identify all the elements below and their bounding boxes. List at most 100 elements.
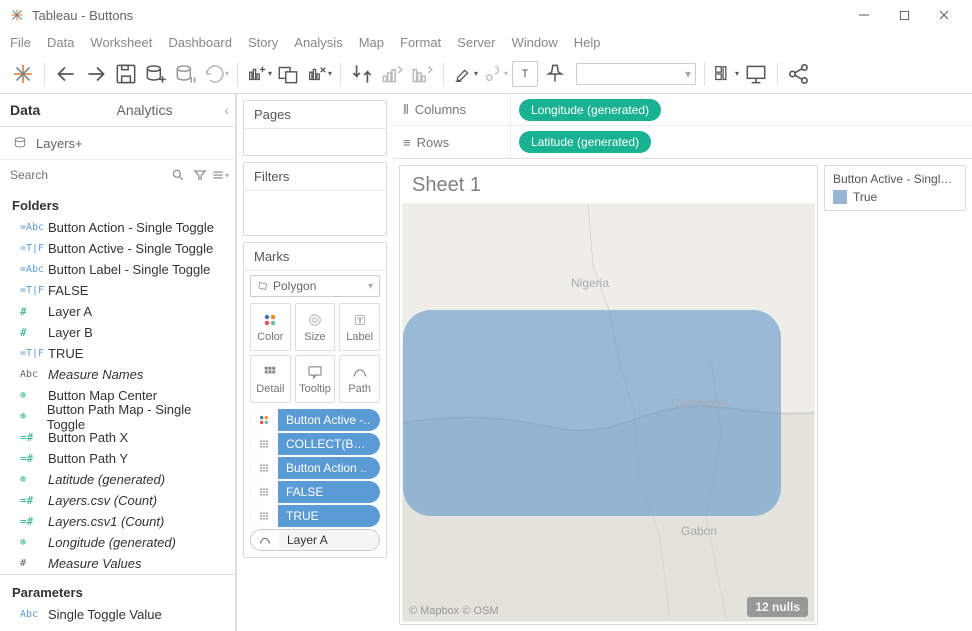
- filters-card[interactable]: Filters: [243, 162, 387, 236]
- tab-analytics[interactable]: Analytics‹: [107, 94, 235, 126]
- view-list-icon[interactable]: ▾: [211, 165, 229, 185]
- presentation-icon[interactable]: [743, 61, 769, 87]
- sheet-title[interactable]: Sheet 1: [400, 166, 817, 201]
- minimize-button[interactable]: [844, 0, 884, 30]
- detail-icon[interactable]: [250, 457, 278, 479]
- menu-file[interactable]: File: [10, 35, 31, 50]
- search-icon[interactable]: [171, 165, 185, 185]
- menu-format[interactable]: Format: [400, 35, 441, 50]
- show-me-icon[interactable]: ▾: [713, 61, 739, 87]
- field-item[interactable]: #Measure Values: [0, 553, 235, 574]
- sort-asc-icon[interactable]: [379, 61, 405, 87]
- mark-detail[interactable]: Detail: [250, 355, 291, 403]
- tab-data[interactable]: Data: [0, 94, 107, 126]
- field-item[interactable]: =#Layers.csv (Count): [0, 490, 235, 511]
- mark-pill[interactable]: TRUE: [250, 505, 380, 527]
- new-worksheet-icon[interactable]: ▾: [246, 61, 272, 87]
- redo-icon[interactable]: [83, 61, 109, 87]
- swap-icon[interactable]: [349, 61, 375, 87]
- columns-shelf[interactable]: ⦀Columns Longitude (generated): [393, 94, 972, 126]
- tableau-start-icon[interactable]: [10, 61, 36, 87]
- color-legend[interactable]: Button Active - Single T... True: [824, 165, 966, 211]
- path-icon[interactable]: [251, 530, 279, 550]
- legend-item-true[interactable]: True: [833, 190, 957, 204]
- field-item[interactable]: =T|FTRUE: [0, 343, 235, 364]
- menu-analysis[interactable]: Analysis: [294, 35, 342, 50]
- maximize-button[interactable]: [884, 0, 924, 30]
- mark-pill[interactable]: Button Action ..: [250, 457, 380, 479]
- field-item[interactable]: =AbcButton Label - Single Toggle: [0, 259, 235, 280]
- menu-help[interactable]: Help: [574, 35, 601, 50]
- filter-icon[interactable]: [193, 165, 207, 185]
- mark-size[interactable]: Size: [295, 303, 336, 351]
- field-label: Latitude (generated): [48, 472, 165, 487]
- map-view[interactable]: Nigeria Cameroon Gabon © Mapbox © OSM 12…: [402, 203, 815, 622]
- fit-selector[interactable]: ▾: [576, 63, 696, 85]
- menu-map[interactable]: Map: [359, 35, 384, 50]
- columns-pill[interactable]: Longitude (generated): [519, 99, 661, 121]
- highlight-icon[interactable]: ▾: [452, 61, 478, 87]
- field-label: Button Action - Single Toggle: [48, 220, 214, 235]
- menu-data[interactable]: Data: [47, 35, 74, 50]
- rows-pill[interactable]: Latitude (generated): [519, 131, 651, 153]
- clear-icon[interactable]: ▾: [306, 61, 332, 87]
- color-icon[interactable]: [250, 409, 278, 431]
- map-polygon[interactable]: [403, 310, 781, 516]
- map-label-gabon: Gabon: [681, 524, 717, 538]
- pages-card[interactable]: Pages: [243, 100, 387, 156]
- search-input[interactable]: [8, 164, 167, 186]
- detail-icon[interactable]: [250, 433, 278, 455]
- sort-desc-icon[interactable]: [409, 61, 435, 87]
- field-item[interactable]: =T|FFALSE: [0, 280, 235, 301]
- label-icon[interactable]: T: [512, 61, 538, 87]
- refresh-icon[interactable]: ▾: [203, 61, 229, 87]
- worksheet-view[interactable]: Sheet 1 Nigeria Cameroon Gabon © Mapbox …: [399, 165, 818, 625]
- save-icon[interactable]: [113, 61, 139, 87]
- menu-worksheet[interactable]: Worksheet: [90, 35, 152, 50]
- field-item[interactable]: ⊕Button Path Map - Single Toggle: [0, 406, 235, 427]
- mark-pill-label: TRUE: [278, 509, 380, 523]
- mark-tooltip[interactable]: Tooltip: [295, 355, 336, 403]
- menu-story[interactable]: Story: [248, 35, 278, 50]
- map-label-nigeria: Nigeria: [571, 276, 609, 290]
- mark-pill[interactable]: Layer A: [250, 529, 380, 551]
- duplicate-icon[interactable]: [276, 61, 302, 87]
- rows-shelf[interactable]: ≡Rows Latitude (generated): [393, 126, 972, 158]
- group-icon[interactable]: ▾: [482, 61, 508, 87]
- menu-window[interactable]: Window: [511, 35, 557, 50]
- nulls-indicator[interactable]: 12 nulls: [747, 597, 808, 617]
- mark-pill[interactable]: FALSE: [250, 481, 380, 503]
- new-data-icon[interactable]: [143, 61, 169, 87]
- map-label-cameroon: Cameroon: [671, 396, 727, 410]
- mark-type-select[interactable]: Polygon: [250, 275, 380, 297]
- mark-pill[interactable]: Button Active -..: [250, 409, 380, 431]
- field-item[interactable]: =AbcButton Action - Single Toggle: [0, 217, 235, 238]
- menu-server[interactable]: Server: [457, 35, 495, 50]
- pause-data-icon[interactable]: [173, 61, 199, 87]
- field-item[interactable]: =#Layers.csv1 (Count): [0, 511, 235, 532]
- mark-label[interactable]: TLabel: [339, 303, 380, 351]
- undo-icon[interactable]: [53, 61, 79, 87]
- field-item[interactable]: ⊕Longitude (generated): [0, 532, 235, 553]
- datasource[interactable]: Layers+: [0, 127, 235, 159]
- field-item[interactable]: AbcMeasure Names: [0, 364, 235, 385]
- field-label: Layers.csv (Count): [48, 493, 157, 508]
- pin-icon[interactable]: [542, 61, 568, 87]
- detail-icon[interactable]: [250, 481, 278, 503]
- field-label: Single Toggle Value: [48, 607, 162, 622]
- mark-pill[interactable]: COLLECT(Butt..: [250, 433, 380, 455]
- field-item[interactable]: ⊕Latitude (generated): [0, 469, 235, 490]
- field-item[interactable]: #Layer B: [0, 322, 235, 343]
- share-icon[interactable]: [786, 61, 812, 87]
- field-item[interactable]: =T|FButton Active - Single Toggle: [0, 238, 235, 259]
- menu-dashboard[interactable]: Dashboard: [168, 35, 232, 50]
- collapse-icon[interactable]: ‹: [224, 102, 229, 118]
- field-item[interactable]: #Layer A: [0, 301, 235, 322]
- mark-color[interactable]: Color: [250, 303, 291, 351]
- detail-icon[interactable]: [250, 505, 278, 527]
- parameter-item[interactable]: AbcSingle Toggle Value: [0, 604, 235, 625]
- mark-path[interactable]: Path: [339, 355, 380, 403]
- field-item[interactable]: =#Button Path Y: [0, 448, 235, 469]
- close-button[interactable]: [924, 0, 964, 30]
- field-label: Layers.csv1 (Count): [48, 514, 164, 529]
